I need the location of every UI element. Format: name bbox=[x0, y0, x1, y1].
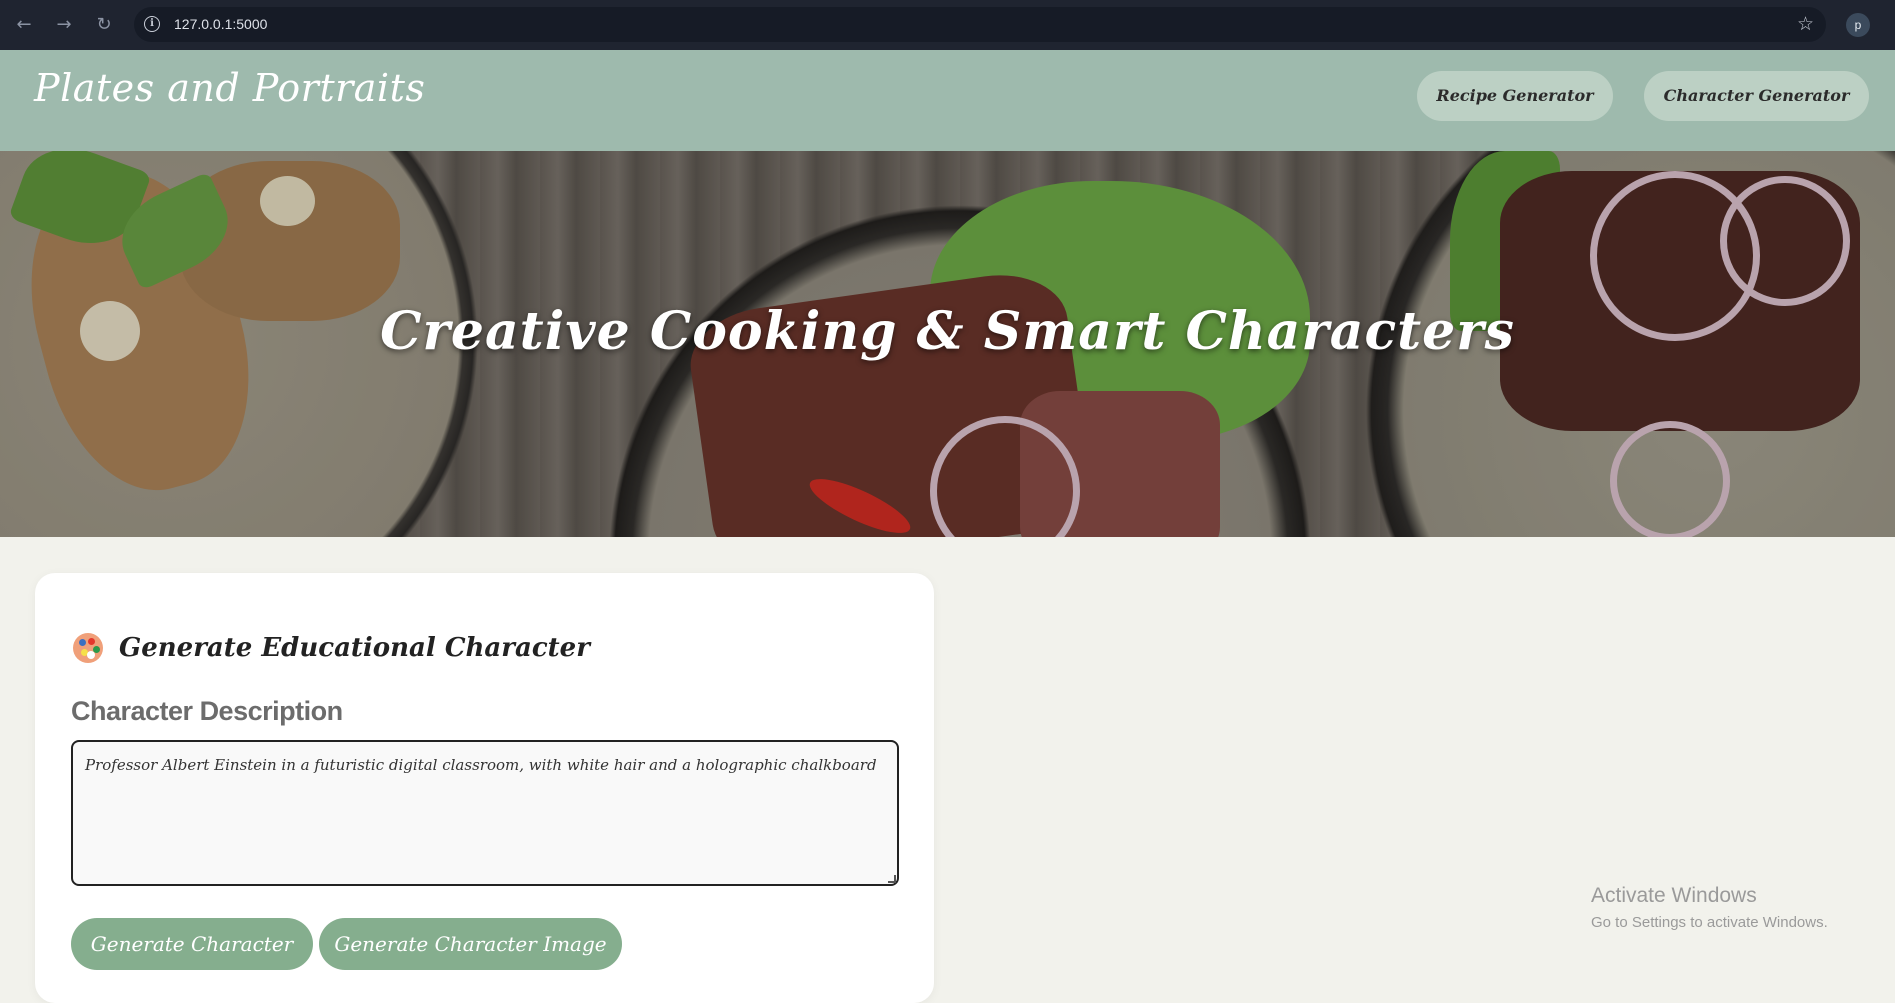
profile-avatar[interactable]: p bbox=[1846, 13, 1870, 37]
generate-character-button[interactable]: Generate Character bbox=[71, 918, 313, 970]
hero-meat-shape bbox=[1020, 391, 1220, 537]
hero-pepper-shape bbox=[803, 469, 917, 537]
card-heading: Generate Educational Character bbox=[73, 633, 590, 663]
palette-icon bbox=[73, 633, 103, 663]
hero-onion-ring bbox=[1610, 421, 1730, 537]
forward-arrow-icon[interactable]: → bbox=[52, 13, 76, 37]
hero-leaf-shape bbox=[8, 151, 152, 259]
hero-food-shape bbox=[180, 161, 400, 321]
site-info-icon[interactable]: i bbox=[144, 16, 160, 32]
hero-onion-ring bbox=[1720, 176, 1850, 306]
activation-watermark: Activate Windows Go to Settings to activ… bbox=[1591, 884, 1828, 931]
browser-toolbar: ← → ↻ i 127.0.0.1:5000 ☆ p bbox=[0, 0, 1895, 50]
reload-icon[interactable]: ↻ bbox=[92, 13, 116, 37]
address-url[interactable]: 127.0.0.1:5000 bbox=[174, 7, 267, 42]
hero-onion-ring bbox=[930, 416, 1080, 537]
site-brand[interactable]: Plates and Portraits bbox=[34, 66, 425, 110]
hero-banner: Creative Cooking & Smart Characters bbox=[0, 151, 1895, 537]
watermark-subtitle: Go to Settings to activate Windows. bbox=[1591, 914, 1828, 931]
character-card: Generate Educational Character Character… bbox=[35, 573, 934, 1003]
hero-title: Creative Cooking & Smart Characters bbox=[380, 301, 1515, 362]
hero-leaf-shape bbox=[108, 171, 242, 291]
watermark-title: Activate Windows bbox=[1591, 884, 1757, 907]
site-header: Plates and Portraits Recipe Generator Ch… bbox=[0, 50, 1895, 151]
generate-character-image-button[interactable]: Generate Character Image bbox=[319, 918, 622, 970]
character-description-input[interactable]: Professor Albert Einstein in a futuristi… bbox=[71, 740, 899, 886]
nav-recipe-generator[interactable]: Recipe Generator bbox=[1417, 71, 1613, 121]
bookmark-star-icon[interactable]: ☆ bbox=[1797, 7, 1814, 42]
character-description-label: Character Description bbox=[71, 696, 343, 726]
hero-food-shape bbox=[260, 176, 315, 226]
card-title: Generate Educational Character bbox=[119, 633, 590, 663]
nav-character-generator[interactable]: Character Generator bbox=[1644, 71, 1869, 121]
back-arrow-icon[interactable]: ← bbox=[12, 13, 36, 37]
resize-grip-icon[interactable] bbox=[888, 875, 896, 883]
address-bar[interactable]: i 127.0.0.1:5000 ☆ bbox=[134, 7, 1826, 42]
